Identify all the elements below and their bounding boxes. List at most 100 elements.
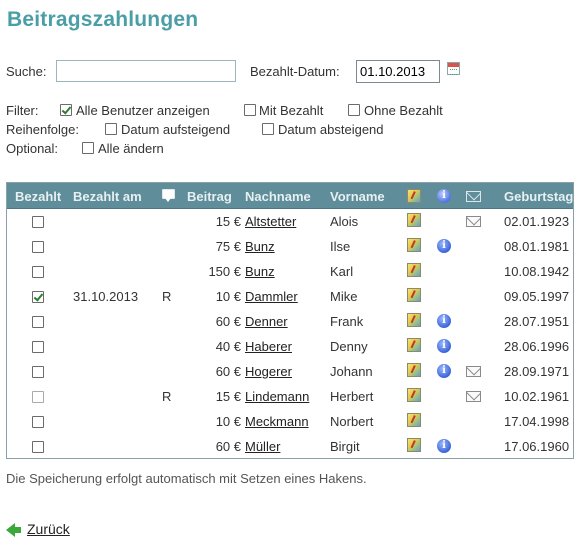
col-paid-at[interactable]: Bezahlt am — [73, 189, 142, 204]
paid-checkbox[interactable] — [32, 416, 44, 428]
map-icon[interactable] — [407, 213, 421, 227]
birthday-cell: 17.04.1998 — [504, 414, 570, 429]
firstname-cell: Denny — [330, 339, 368, 354]
col-lastname[interactable]: Nachname — [245, 189, 311, 204]
paid-checkbox[interactable] — [32, 341, 44, 353]
map-icon[interactable] — [407, 413, 421, 427]
birthday-cell: 02.01.1923 — [504, 214, 570, 229]
map-icon[interactable] — [407, 363, 421, 377]
col-birthday[interactable]: Geburtstag — [504, 189, 573, 204]
info-icon[interactable]: i — [437, 439, 451, 453]
filter-label: Filter: — [6, 103, 39, 118]
search-input[interactable] — [56, 60, 236, 82]
fee-cell: 15 € — [215, 214, 241, 229]
info-icon[interactable]: i — [437, 339, 451, 353]
map-icon[interactable] — [407, 313, 421, 327]
lastname-link[interactable]: Bunz — [245, 264, 275, 279]
map-icon[interactable] — [407, 263, 421, 277]
mail-icon — [466, 191, 481, 202]
map-icon[interactable] — [407, 338, 421, 352]
lastname-cell[interactable]: Haberer — [245, 339, 292, 354]
table-row: 75 € Bunz Ilse i 08.01.1981 — [7, 234, 573, 259]
paid-checkbox[interactable] — [32, 316, 44, 328]
lastname-link[interactable]: Meckmann — [245, 414, 309, 429]
lastname-cell[interactable]: Altstetter — [245, 214, 296, 229]
lastname-link[interactable]: Altstetter — [245, 214, 296, 229]
firstname-cell: Norbert — [330, 414, 374, 429]
map-icon[interactable] — [407, 388, 421, 402]
autosave-note: Die Speicherung erfolgt automatisch mit … — [6, 471, 367, 486]
fee-cell: 60 € — [215, 314, 241, 329]
lastname-link[interactable]: Denner — [245, 314, 288, 329]
table-header: Bezahlt Bezahlt am Beitrag Nachname Vorn… — [7, 183, 573, 209]
table-row: 60 € Müller Birgit i 17.06.1960 — [7, 434, 573, 459]
paid-checkbox[interactable] — [32, 266, 44, 278]
paid-checkbox[interactable] — [32, 366, 44, 378]
col-paid[interactable]: Bezahlt — [15, 189, 61, 204]
fee-cell: 60 € — [215, 364, 241, 379]
table-row: R 15 € Lindemann Herbert 10.02.1961 — [7, 384, 573, 409]
mail-icon[interactable] — [466, 366, 481, 377]
lastname-cell[interactable]: Hogerer — [245, 364, 292, 379]
firstname-cell: Herbert — [330, 389, 374, 404]
paid-checkbox[interactable] — [32, 291, 44, 303]
map-icon[interactable] — [407, 238, 421, 252]
info-icon[interactable]: i — [437, 239, 451, 253]
order-desc-checkbox[interactable] — [262, 123, 274, 135]
table-row: 10 € Meckmann Norbert 17.04.1998 — [7, 409, 573, 434]
table-row: 60 € Hogerer Johann i 28.09.1971 — [7, 359, 573, 384]
info-icon[interactable]: i — [437, 364, 451, 378]
lastname-link[interactable]: Hogerer — [245, 364, 292, 379]
fee-cell: 60 € — [215, 439, 241, 454]
paid-at-cell: 31.10.2013 — [73, 289, 139, 304]
map-icon[interactable] — [407, 438, 421, 452]
lastname-link[interactable]: Müller — [245, 439, 280, 454]
order-asc-label[interactable]: Datum aufsteigend — [121, 122, 230, 137]
order-asc-checkbox[interactable] — [105, 123, 117, 135]
lastname-cell[interactable]: Bunz — [245, 264, 275, 279]
date-input[interactable] — [356, 60, 440, 83]
back-link-label[interactable]: Zurück — [27, 521, 70, 537]
payments-table: Bezahlt Bezahlt am Beitrag Nachname Vorn… — [6, 182, 574, 459]
lastname-link[interactable]: Lindemann — [245, 389, 309, 404]
lastname-cell[interactable]: Denner — [245, 314, 288, 329]
lastname-cell[interactable]: Dammler — [245, 289, 298, 304]
map-icon[interactable] — [407, 288, 421, 302]
lastname-cell[interactable]: Lindemann — [245, 389, 309, 404]
paid-checkbox[interactable] — [32, 391, 44, 403]
paid-checkbox[interactable] — [32, 216, 44, 228]
comment-icon — [162, 189, 175, 202]
info-icon[interactable]: i — [437, 314, 451, 328]
col-firstname[interactable]: Vorname — [330, 189, 385, 204]
filter-all-users-label[interactable]: Alle Benutzer anzeigen — [76, 103, 210, 118]
birthday-cell: 10.02.1961 — [504, 389, 570, 404]
filter-paid-checkbox[interactable] — [244, 104, 256, 116]
lastname-link[interactable]: Haberer — [245, 339, 292, 354]
birthday-cell: 10.08.1942 — [504, 264, 570, 279]
lastname-cell[interactable]: Bunz — [245, 239, 275, 254]
firstname-cell: Karl — [330, 264, 354, 279]
calendar-icon[interactable] — [447, 62, 460, 75]
col-fee[interactable]: Beitrag — [187, 189, 232, 204]
paid-checkbox[interactable] — [32, 241, 44, 253]
change-all-checkbox[interactable] — [82, 142, 94, 154]
lastname-cell[interactable]: Meckmann — [245, 414, 309, 429]
filter-all-users-checkbox[interactable] — [60, 104, 72, 116]
lastname-link[interactable]: Dammler — [245, 289, 298, 304]
table-row: 40 € Haberer Denny i 28.06.1996 — [7, 334, 573, 359]
firstname-cell: Frank — [330, 314, 364, 329]
table-row: 15 € Altstetter Alois 02.01.1923 — [7, 209, 573, 234]
lastname-link[interactable]: Bunz — [245, 239, 275, 254]
order-desc-label[interactable]: Datum absteigend — [278, 122, 384, 137]
change-all-label[interactable]: Alle ändern — [98, 141, 164, 156]
fee-cell: 10 € — [215, 414, 241, 429]
filter-unpaid-label[interactable]: Ohne Bezahlt — [364, 103, 443, 118]
paid-checkbox[interactable] — [32, 441, 44, 453]
mail-icon[interactable] — [466, 391, 481, 402]
mail-icon[interactable] — [466, 216, 481, 227]
fee-cell: 15 € — [215, 389, 241, 404]
filter-unpaid-checkbox[interactable] — [348, 104, 360, 116]
fee-cell: 40 € — [215, 339, 241, 354]
lastname-cell[interactable]: Müller — [245, 439, 280, 454]
filter-paid-label[interactable]: Mit Bezahlt — [259, 103, 323, 118]
